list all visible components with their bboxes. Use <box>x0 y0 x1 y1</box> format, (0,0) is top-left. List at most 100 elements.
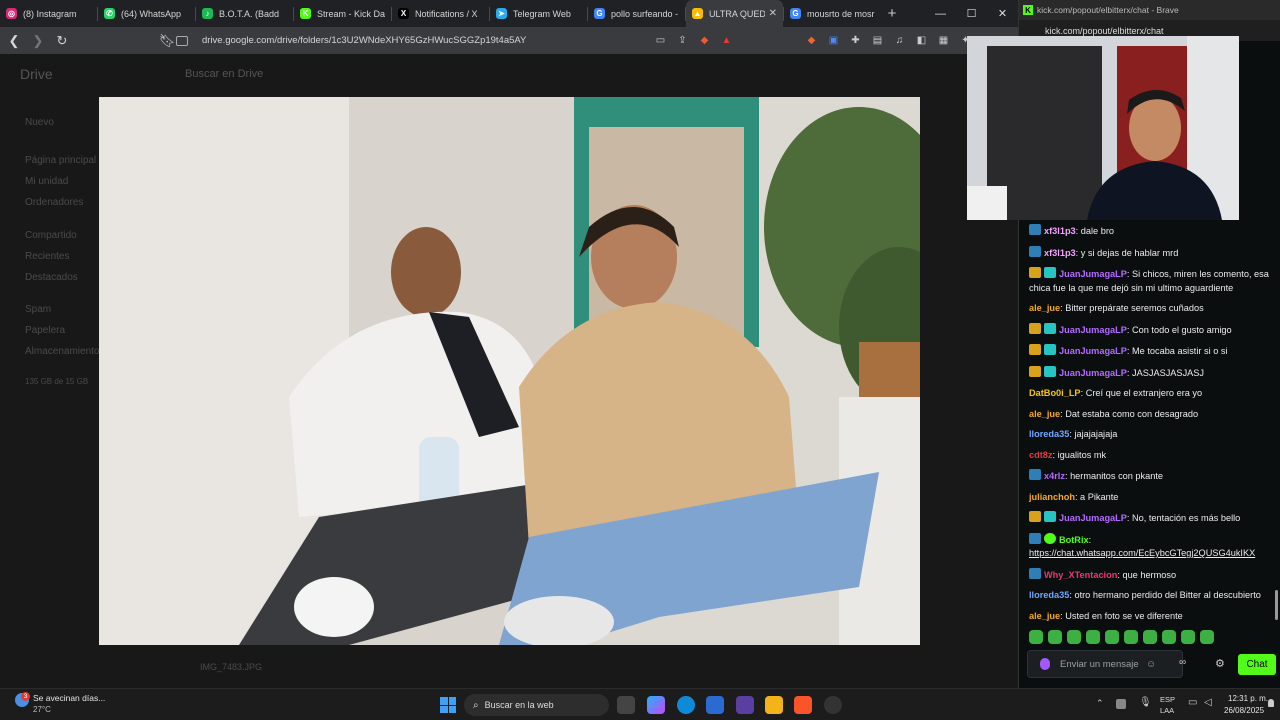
minimize-button[interactable]: — <box>925 0 956 27</box>
chat-username[interactable]: JuanJumagaLP <box>1059 325 1127 335</box>
chat-username[interactable]: BotRix <box>1059 535 1089 545</box>
forward-icon[interactable]: ❯ <box>28 31 48 51</box>
chat-send-button[interactable]: Chat <box>1238 654 1276 675</box>
extension-translate-icon[interactable]: ▣ <box>827 34 840 47</box>
chat-username[interactable]: x4rlz <box>1044 471 1065 481</box>
volume-icon[interactable]: ◁ <box>1204 697 1212 708</box>
extension-box-icon[interactable]: ▤ <box>871 34 884 47</box>
close-window-button[interactable]: ✕ <box>987 0 1018 27</box>
sidebar-item-storage[interactable]: Almacenamiento <box>25 346 99 357</box>
sidebar-icon[interactable]: ◧ <box>915 34 928 47</box>
chat-link[interactable]: https://chat.whatsapp.com/EcEybcGTegj2QU… <box>1029 548 1255 558</box>
emote-icon[interactable] <box>1143 630 1157 644</box>
wallet-icon[interactable]: ▦ <box>937 34 950 47</box>
clock-date[interactable]: 26/08/2025 <box>1224 706 1264 715</box>
chat-username[interactable]: cdt8z <box>1029 450 1053 460</box>
lang-primary[interactable]: ESP <box>1160 695 1175 704</box>
emote-icon[interactable] <box>1162 630 1176 644</box>
store-icon[interactable] <box>706 696 724 714</box>
emoji-icon[interactable]: ☺ <box>1146 659 1156 670</box>
tray-app-icon[interactable] <box>1116 699 1126 709</box>
chat-username[interactable]: xf3l1p3 <box>1044 226 1076 236</box>
chat-username[interactable]: lloreda35 <box>1029 429 1069 439</box>
sidebar-item-spam[interactable]: Spam <box>25 304 51 315</box>
sidebar-item-recent[interactable]: Recientes <box>25 251 69 262</box>
emote-icon[interactable] <box>1029 630 1043 644</box>
drive-search-input[interactable]: Buscar en Drive <box>185 68 263 80</box>
browser-tab[interactable]: X Notifications / X <box>392 0 489 27</box>
browser-tab[interactable]: Gpollo surfeando - <box>588 0 685 27</box>
snipping-icon[interactable] <box>736 696 754 714</box>
bookmark-icon[interactable]: 🔖︎ <box>157 31 177 51</box>
emote-icon[interactable] <box>1200 630 1214 644</box>
chat-username[interactable]: JuanJumagaLP <box>1059 368 1127 378</box>
chat-username[interactable]: julianchoh <box>1029 492 1075 502</box>
extensions-puzzle-icon[interactable]: ✚ <box>849 34 862 47</box>
edge-icon[interactable] <box>677 696 695 714</box>
browser-tab[interactable]: ✆ (64) WhatsApp <box>98 0 195 27</box>
tab-close-icon[interactable]: ✕ <box>769 8 777 19</box>
browser-tab[interactable]: ♪ B.O.T.A. (Badd <box>196 0 293 27</box>
sidebar-item-trash[interactable]: Papelera <box>25 325 65 336</box>
sidebar-item-starred[interactable]: Destacados <box>25 272 78 283</box>
chat-username[interactable]: ale_jue <box>1029 303 1060 313</box>
file-row-name[interactable]: IMG_7483.JPG <box>200 662 262 672</box>
sidebar-item-shared[interactable]: Compartido <box>25 230 77 241</box>
browser-tab[interactable]: K Stream - Kick Das <box>294 0 391 27</box>
emote-icon[interactable] <box>1048 630 1062 644</box>
chat-username[interactable]: ale_jue <box>1029 409 1060 419</box>
emote-icon[interactable] <box>1067 630 1081 644</box>
reload-icon[interactable]: ↻ <box>52 31 72 51</box>
tray-chevron-icon[interactable]: ⌃ <box>1096 698 1104 709</box>
browser-tab[interactable]: Gmousrto de mosr <box>784 0 881 27</box>
emote-icon[interactable] <box>1086 630 1100 644</box>
chat-username[interactable]: lloreda35 <box>1029 590 1069 600</box>
new-tab-button[interactable]: + <box>881 0 903 27</box>
file-explorer-icon[interactable] <box>765 696 783 714</box>
notifications-bell-icon[interactable] <box>1268 699 1274 707</box>
share-icon[interactable]: ⇪ <box>676 34 689 47</box>
sidebar-item-home[interactable]: Página principal <box>25 155 96 166</box>
shortcuts-icon[interactable]: ∞ <box>1179 657 1186 668</box>
chat-username[interactable]: ale_jue <box>1029 611 1060 621</box>
brave-shields-icon[interactable]: ◆ <box>698 34 711 47</box>
chat-input[interactable]: Enviar un mensaje ☺ <box>1027 650 1183 678</box>
sidebar-item-my-drive[interactable]: Mi unidad <box>25 176 68 187</box>
chat-username[interactable]: JuanJumagaLP <box>1059 513 1127 523</box>
weather-text[interactable]: Se avecinan días... <box>33 693 105 703</box>
new-button[interactable]: Nuevo <box>25 117 54 128</box>
emote-icon[interactable] <box>1181 630 1195 644</box>
kick-badge-icon <box>1029 567 1041 579</box>
browser-tab[interactable]: ◎ (8) Instagram <box>0 0 97 27</box>
chat-username[interactable]: JuanJumagaLP <box>1059 346 1127 356</box>
media-icon[interactable]: ♫ <box>893 34 906 47</box>
site-info-icon[interactable] <box>176 35 188 46</box>
copilot-icon[interactable] <box>647 696 665 714</box>
extension-fox-icon[interactable]: ◆ <box>805 34 818 47</box>
brave-icon[interactable] <box>794 696 812 714</box>
browser-tab[interactable]: ➤ Telegram Web <box>490 0 587 27</box>
network-icon[interactable]: ▭ <box>1188 697 1197 708</box>
chat-scrollbar[interactable] <box>1275 590 1278 620</box>
microphone-tray-icon[interactable]: 🎙︎ <box>1139 697 1152 708</box>
chat-username[interactable]: DatBo0i_LP <box>1029 388 1081 398</box>
back-icon[interactable]: ❮ <box>4 31 24 51</box>
taskbar-search[interactable]: ⌕ Buscar en la web <box>464 694 609 716</box>
obs-icon[interactable] <box>824 696 842 714</box>
image-preview[interactable] <box>99 97 920 645</box>
sidebar-item-computers[interactable]: Ordenadores <box>25 197 83 208</box>
settings-icon[interactable]: ⚙ <box>1215 657 1225 670</box>
chat-username[interactable]: Why_XTentacion <box>1044 570 1117 580</box>
browser-tab[interactable]: ▲ ULTRA QUED ✕ <box>686 0 783 27</box>
chat-username[interactable]: xf3l1p3 <box>1044 248 1076 258</box>
cast-icon[interactable]: ▭ <box>654 34 667 47</box>
clock-time[interactable]: 12:31 p. m. <box>1228 694 1268 703</box>
maximize-button[interactable]: ☐ <box>956 0 987 27</box>
emote-icon[interactable] <box>1105 630 1119 644</box>
microphone-icon[interactable] <box>1040 658 1050 670</box>
brave-rewards-icon[interactable]: ▲ <box>720 34 733 47</box>
start-icon[interactable] <box>440 697 456 713</box>
task-view-icon[interactable] <box>617 696 635 714</box>
chat-username[interactable]: JuanJumagaLP <box>1059 269 1127 279</box>
emote-icon[interactable] <box>1124 630 1138 644</box>
